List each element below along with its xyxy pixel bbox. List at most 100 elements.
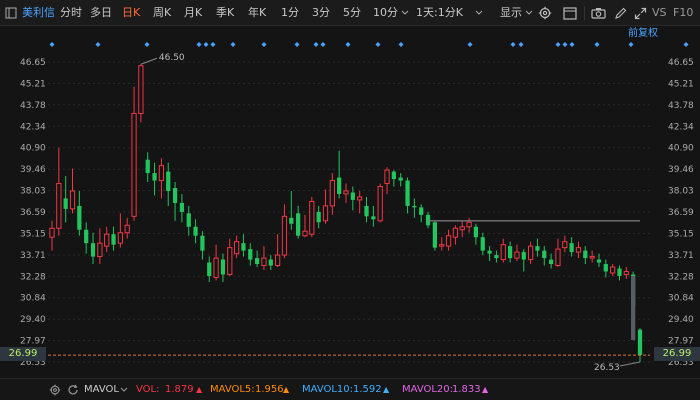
price-tick-left: 35.15 <box>20 229 46 239</box>
settings-gear-icon[interactable] <box>48 381 62 399</box>
indicator-name[interactable]: MAVOL <box>84 379 119 400</box>
tab-daily-k[interactable]: 日K <box>122 0 140 26</box>
candle-body <box>623 270 629 275</box>
candle-body <box>535 246 540 251</box>
candle-body <box>254 258 260 265</box>
candle-body <box>391 171 396 180</box>
candle-body <box>152 173 157 181</box>
candle-body <box>480 237 485 251</box>
current-price-tag-right: 26.99 <box>654 347 700 361</box>
candle-body <box>104 233 110 247</box>
stock-name[interactable]: 美利信 <box>22 0 55 26</box>
event-marker-icon <box>569 42 575 47</box>
event-marker-icon <box>518 42 524 47</box>
candle-body <box>610 266 616 274</box>
candle-body <box>507 246 513 259</box>
candlestick-chart[interactable]: 46.65 46.65 45.21 45.21 43.78 43.78 42.34 42.34… <box>0 26 700 378</box>
candle-body <box>281 215 288 256</box>
event-marker-icon <box>398 42 404 47</box>
tab-intraday[interactable]: 分时 <box>60 0 82 26</box>
candle-body <box>405 180 410 206</box>
price-tick-right: 45.21 <box>668 79 694 89</box>
vol-label: VOL: <box>136 384 160 395</box>
price-tick-right: 38.03 <box>668 187 694 197</box>
price-tick-left: 46.65 <box>20 58 46 68</box>
high-leader <box>140 57 158 65</box>
tab-3min[interactable]: 3分 <box>312 0 330 26</box>
candle-body <box>69 190 76 210</box>
sidebar-toggle-icon[interactable] <box>4 4 18 22</box>
price-tick-left: 40.90 <box>20 144 46 154</box>
candle-body <box>220 259 226 275</box>
candle-body <box>63 198 68 209</box>
candle-body <box>97 242 103 258</box>
gear-icon[interactable] <box>537 4 553 22</box>
candle-body <box>172 187 178 203</box>
event-marker-icon <box>144 42 150 47</box>
candle-body <box>487 250 492 254</box>
event-marker-icon <box>203 42 209 47</box>
candle-body <box>56 183 62 229</box>
candle-body <box>637 329 643 355</box>
price-tick-left: 43.78 <box>20 101 46 111</box>
refresh-icon[interactable] <box>66 381 80 399</box>
event-marker-icon <box>555 42 561 47</box>
price-tick-left: 39.46 <box>20 165 46 175</box>
event-marker-icon <box>594 42 600 47</box>
candle-body <box>241 243 246 251</box>
camera-icon[interactable] <box>590 4 606 22</box>
display-menu[interactable]: 显示 <box>500 0 522 26</box>
draw-pen-icon[interactable] <box>612 4 628 22</box>
candle-body <box>542 250 547 259</box>
f10-button[interactable]: F10 <box>673 0 693 26</box>
up-arrow-icon: ▲ <box>196 385 203 394</box>
candle-body <box>90 243 96 257</box>
tab-yearly-k[interactable]: 年K <box>248 0 266 26</box>
price-tick-left: 45.21 <box>20 79 46 89</box>
tab-weekly-k[interactable]: 周K <box>153 0 171 26</box>
price-tick-left: 42.34 <box>20 122 46 132</box>
chevron-down-icon[interactable] <box>475 4 483 22</box>
mavol10-value: 1.592 <box>353 384 382 395</box>
price-tick-right: 33.71 <box>668 251 694 261</box>
tab-10min[interactable]: 10分 <box>373 0 398 26</box>
expand-icon[interactable] <box>632 4 648 22</box>
candle-body <box>377 186 383 222</box>
tab-5min[interactable]: 5分 <box>343 0 361 26</box>
price-tick-left: 38.03 <box>20 187 46 197</box>
candle-body <box>138 65 144 114</box>
candle-body <box>350 192 355 200</box>
candle-body <box>193 226 198 236</box>
up-arrow-icon: ▲ <box>383 385 390 394</box>
candle-body <box>500 244 506 261</box>
chevron-down-icon[interactable] <box>525 4 533 22</box>
vs-compare-button[interactable]: VS <box>652 0 667 26</box>
candle-body <box>213 257 219 278</box>
event-marker-icon <box>375 42 381 47</box>
price-tick-left: 33.71 <box>20 251 46 261</box>
event-marker-icon <box>49 42 55 47</box>
candle-body <box>296 213 301 236</box>
candle-body <box>275 254 281 267</box>
window-icon[interactable] <box>562 4 578 22</box>
candle-body <box>261 257 267 267</box>
candle-body <box>233 241 240 255</box>
candle-body <box>384 169 390 185</box>
candle-body <box>302 230 308 237</box>
up-arrow-icon: ▲ <box>482 385 489 394</box>
tab-monthly-k[interactable]: 月K <box>184 0 202 26</box>
period-dropdown[interactable]: 1天:1分K <box>416 0 463 26</box>
tab-quarterly-k[interactable]: 季K <box>216 0 234 26</box>
chevron-down-icon[interactable] <box>120 381 128 399</box>
candle-body <box>412 205 417 208</box>
chevron-down-icon[interactable] <box>401 4 409 22</box>
event-marker-icon <box>345 42 351 47</box>
candle-body <box>445 235 452 247</box>
candle-body <box>124 224 130 234</box>
candle-body <box>84 229 89 244</box>
tab-1min[interactable]: 1分 <box>281 0 299 26</box>
candle-body <box>371 216 376 220</box>
tab-multi-day[interactable]: 多日 <box>90 0 112 26</box>
candle-body <box>473 226 479 238</box>
event-marker-icon <box>261 42 267 47</box>
